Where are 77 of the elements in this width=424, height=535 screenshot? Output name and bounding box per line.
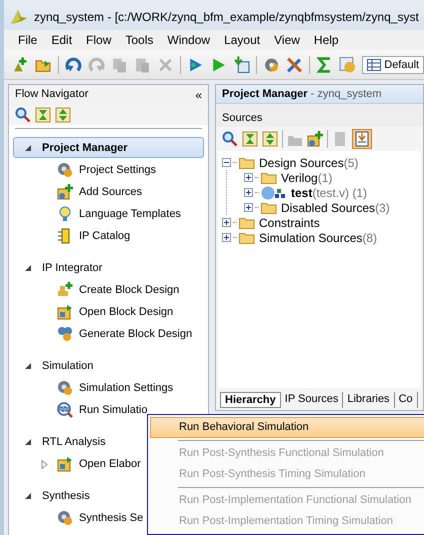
nav-link[interactable]: Generate Block Design <box>79 328 192 340</box>
show-hierarchy-icon[interactable] <box>352 129 372 149</box>
nav-link[interactable]: Run Simulatio <box>79 404 148 416</box>
search-icon[interactable] <box>222 131 238 147</box>
section-header[interactable]: IP Integrator <box>13 257 204 278</box>
tree-item[interactable]: test(test.v) (1) <box>289 186 368 200</box>
collapse-all-icon[interactable] <box>262 131 278 147</box>
panel-title: Project Manager - zynq_system <box>216 85 423 103</box>
folder-icon <box>261 171 277 184</box>
collapse-icon[interactable] <box>222 158 231 167</box>
menu-item[interactable]: Help <box>308 33 347 47</box>
tree-item[interactable]: Verilog(1) <box>279 170 332 184</box>
menu-item[interactable]: Layout <box>218 33 268 47</box>
sources-title: Sources <box>216 103 423 127</box>
expanded-arrow-icon[interactable] <box>24 362 32 370</box>
layout-dropdown[interactable]: Default <box>362 56 424 74</box>
nav-link[interactable]: Project Settings <box>79 164 156 176</box>
verilog-module-icon <box>261 186 287 200</box>
collapsed-arrow-icon[interactable] <box>41 460 48 468</box>
expanded-arrow-icon[interactable] <box>24 144 32 152</box>
waveform-magnifier-icon <box>57 402 73 418</box>
section-header[interactable]: Project Manager <box>13 137 204 158</box>
add-sources-icon[interactable] <box>307 131 323 147</box>
nav-link[interactable]: Open Block Design <box>79 306 174 318</box>
tab[interactable]: Hierarchy <box>220 392 281 408</box>
app-logo-icon <box>10 9 28 25</box>
nav-link[interactable]: Synthesis Se <box>79 512 144 524</box>
tree-item[interactable]: Disabled Sources(3) <box>279 200 390 214</box>
search-icon[interactable] <box>15 107 31 123</box>
folder-icon <box>239 216 255 229</box>
expanded-arrow-icon[interactable] <box>24 438 32 446</box>
nav-link[interactable]: Simulation Settings <box>79 382 174 394</box>
menu-item[interactable]: Edit <box>45 33 80 47</box>
folder-icon <box>239 156 255 169</box>
new-project-icon[interactable] <box>12 56 30 74</box>
tab[interactable]: IP Sources <box>280 392 344 408</box>
nav-link[interactable]: Add Sources <box>79 186 142 198</box>
menu-item[interactable]: File <box>12 33 46 47</box>
tab[interactable]: Co <box>394 392 418 408</box>
run-icon[interactable] <box>210 56 228 74</box>
expand-icon[interactable] <box>244 188 253 197</box>
tree-item[interactable]: Constraints <box>257 216 320 230</box>
window-title: zynq_system - [c:/WORK/zynq_bfm_example/zynqbfmsystem/zynq_syst <box>34 10 419 24</box>
expanded-arrow-icon[interactable] <box>24 264 32 272</box>
section-header[interactable]: Simulation <box>13 355 204 376</box>
tree-item[interactable]: Simulation Sources(8) <box>257 230 378 244</box>
menu-item[interactable]: Flow <box>80 33 120 47</box>
tab[interactable]: Libraries <box>343 392 395 408</box>
expand-icon[interactable] <box>244 173 253 182</box>
menu-item[interactable]: Run Behavioral Simulation <box>150 417 424 438</box>
expand-all-icon[interactable] <box>35 107 51 123</box>
expand-icon[interactable] <box>222 218 231 227</box>
lightbulb-icon <box>57 206 73 222</box>
panel-title: Flow Navigator <box>15 88 88 102</box>
layout-icon <box>367 58 382 70</box>
collapse-all-icon[interactable] <box>55 107 71 123</box>
tools-icon[interactable] <box>286 56 304 74</box>
collapse-panel-button[interactable]: « <box>195 88 202 102</box>
expand-icon[interactable] <box>222 233 231 242</box>
folder-icon <box>261 201 277 214</box>
expand-all-icon[interactable] <box>242 131 258 147</box>
folder-arrow-icon <box>57 456 73 472</box>
menu-item[interactable]: View <box>268 33 308 47</box>
menu-item[interactable]: Window <box>161 33 218 47</box>
tree-item[interactable]: Design Sources(5) <box>257 156 358 170</box>
blocks-icon <box>57 282 73 298</box>
nav-link[interactable]: Open Elabor <box>79 458 141 470</box>
expand-icon[interactable] <box>244 203 253 212</box>
menu-item[interactable]: Tools <box>119 33 162 47</box>
nav-link[interactable]: Create Block Design <box>79 284 180 296</box>
nav-link[interactable]: Language Templates <box>79 208 181 220</box>
undo-icon[interactable] <box>65 56 82 74</box>
folder-arrow-icon <box>57 304 73 320</box>
folder-icon <box>239 231 255 244</box>
add-sources-icon <box>57 184 73 200</box>
expanded-arrow-icon[interactable] <box>24 492 32 500</box>
nav-link[interactable]: IP Catalog <box>79 230 130 242</box>
